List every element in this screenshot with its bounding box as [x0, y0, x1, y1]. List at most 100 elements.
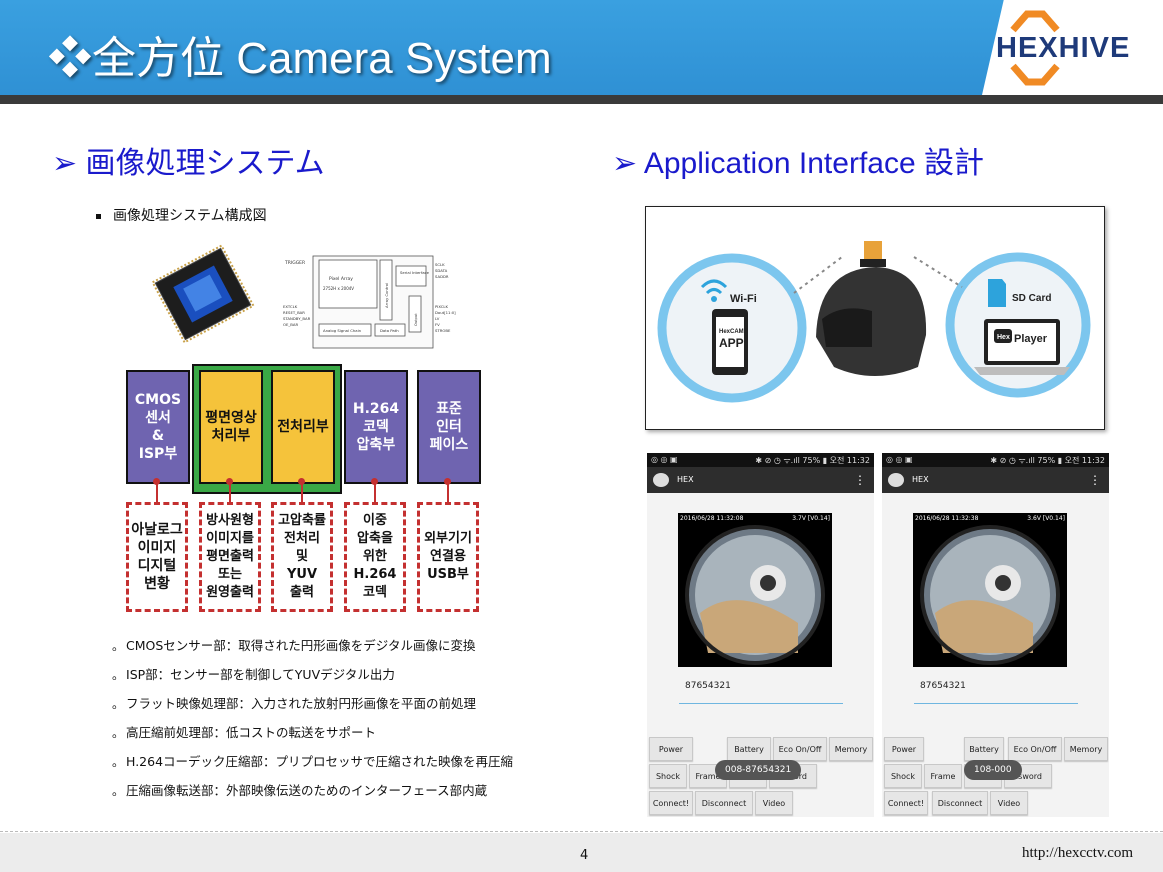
- connector-dot: [226, 478, 233, 485]
- status-bar: ◎ ◎ ▣ ✱ ⊘ ◷ ᯤ.ıll 75% ▮ 오전 11:32: [647, 453, 874, 467]
- player-brand: Hex: [997, 334, 1010, 341]
- app-brand: HexCAM: [719, 329, 744, 335]
- block-cmos-isp: CMOS 센서 & ISP부: [126, 370, 190, 484]
- overflow-menu-icon[interactable]: ⋮: [854, 473, 866, 487]
- schem-label: STROBE: [435, 328, 451, 333]
- schem-label: PIXCLK: [435, 304, 449, 309]
- eco-toggle-button[interactable]: Eco On/Off: [773, 737, 827, 761]
- footer-url[interactable]: http://hexcctv.com: [1022, 845, 1133, 862]
- eco-toggle-button[interactable]: Eco On/Off: [1008, 737, 1062, 761]
- connector-dot: [153, 478, 160, 485]
- schem-label: Array Control: [384, 283, 389, 308]
- status-icons-left: ◎ ◎ ▣: [651, 455, 678, 464]
- logo-text: HEXHIVE: [996, 32, 1131, 64]
- sub-block-usb: 외부기기 연결용 USB부: [417, 502, 479, 612]
- header-divider: [0, 95, 1163, 104]
- sd-card-icon: [988, 279, 1006, 307]
- disconnect-button[interactable]: Disconnect: [695, 791, 753, 815]
- page-number: 4: [580, 848, 589, 863]
- schem-label: OE_BAR: [283, 322, 298, 327]
- schem-label: Serial Interface: [400, 270, 430, 275]
- id-input[interactable]: 87654321: [685, 681, 731, 691]
- connector-line: [374, 482, 376, 502]
- phone-screen-2: ◎ ◎ ▣ ✱ ⊘ ◷ ᯤ.ıll 75% ▮ 오전 11:32 HEX ⋮ 2…: [882, 453, 1109, 817]
- connector-dot: [444, 478, 451, 485]
- note-item: 。 CMOSセンサー部：取得された円形画像をデジタル画像に変換: [112, 636, 513, 665]
- right-heading: ➢ Application Interface 設計: [612, 147, 984, 180]
- disconnect-button[interactable]: Disconnect: [932, 791, 988, 815]
- schem-label: Analog Signal Chain: [323, 328, 362, 333]
- battery-button[interactable]: Battery: [964, 737, 1004, 761]
- shock-button[interactable]: Shock: [649, 764, 687, 788]
- input-underline: [679, 703, 843, 704]
- timestamp-overlay: 2016/06/28 11:32:08: [680, 515, 744, 522]
- video-button[interactable]: Video: [990, 791, 1028, 815]
- footer-divider: [0, 831, 1163, 832]
- note-text: 圧縮画像転送部：外部映像伝送のためのインターフェース部内蔵: [126, 783, 488, 798]
- camera-preview: 2016/06/28 11:32:38 3.6V [V0.14]: [913, 513, 1067, 667]
- note-item: 。フラット映像処理部：入力された放射円形画像を平面の前処理: [112, 694, 513, 723]
- block-preprocess: 전처리부: [271, 370, 335, 484]
- app-bar: HEX ⋮: [647, 467, 874, 493]
- schem-label: STANDBY_BAR: [283, 316, 311, 321]
- memory-button[interactable]: Memory: [1064, 737, 1108, 761]
- sub-block-flat: 방사원형 이미지를 평면출력 또는 원영출력: [199, 502, 261, 612]
- schem-label: EXTCLK: [283, 304, 298, 309]
- app-title: HEX: [677, 475, 694, 484]
- schem-label: Data Path: [380, 328, 399, 333]
- note-marker: 。: [112, 668, 125, 682]
- schem-label: LV: [435, 316, 440, 321]
- slide-title: ❖全方位 Camera System: [48, 34, 552, 83]
- block-interface: 표준 인터 페이스: [417, 370, 481, 484]
- wifi-label: Wi-Fi: [730, 293, 757, 305]
- memory-button[interactable]: Memory: [829, 737, 873, 761]
- power-button[interactable]: Power: [649, 737, 693, 761]
- note-marker: 。: [112, 726, 125, 740]
- note-item: 。高圧縮前処理部：低コストの転送をサポート: [112, 723, 513, 752]
- note-text: フラット映像処理部：入力された放射円形画像を平面の前処理: [126, 696, 477, 711]
- schem-label: Pixel Array: [329, 276, 353, 282]
- sensor-block-schematic: TRIGGER Pixel Array 2752H x 2004V Array …: [283, 255, 456, 349]
- schem-label: SADDR: [435, 274, 449, 279]
- helmet-image: [816, 241, 927, 376]
- status-icons-right: ✱ ⊘ ◷ ᯤ.ıll 75% ▮ 오전 11:32: [990, 456, 1105, 465]
- status-icons-right: ✱ ⊘ ◷ ᯤ.ıll 75% ▮ 오전 11:32: [755, 456, 870, 465]
- note-marker: 。: [112, 697, 125, 711]
- voltage-overlay: 3.6V [V0.14]: [1027, 515, 1065, 522]
- status-bar: ◎ ◎ ▣ ✱ ⊘ ◷ ᯤ.ıll 75% ▮ 오전 11:32: [882, 453, 1109, 467]
- note-item: 。 H.264コーデック圧縮部：プリプロセッサで圧縮された映像を再圧縮: [112, 752, 513, 781]
- shock-button[interactable]: Shock: [884, 764, 922, 788]
- app-bar: HEX ⋮: [882, 467, 1109, 493]
- app-interface-diagram: Wi-Fi HexCAM APP SD Card Hex Player: [645, 206, 1105, 430]
- toast-message: 108-000: [964, 760, 1022, 780]
- connect-button[interactable]: Connect!: [884, 791, 928, 815]
- note-item: 。 ISP部：センサー部を制御してYUVデジタル出力: [112, 665, 513, 694]
- sub-block-codec: 이중 압축을 위한 H.264 코덱: [344, 502, 406, 612]
- frame-button[interactable]: Frame: [924, 764, 962, 788]
- app-logo-icon: [888, 473, 904, 487]
- schem-label: SCLK: [435, 262, 445, 267]
- arrow-to-player: [913, 256, 963, 288]
- connector-line: [301, 482, 303, 502]
- camera-preview: 2016/06/28 11:32:08 3.7V [V0.14]: [678, 513, 832, 667]
- note-marker: 。: [112, 639, 125, 653]
- player-label: Player: [1014, 333, 1048, 345]
- connector-line: [447, 482, 449, 502]
- phone-screen-1: ◎ ◎ ▣ ✱ ⊘ ◷ ᯤ.ıll 75% ▮ 오전 11:32 HEX ⋮ 2…: [647, 453, 874, 817]
- input-underline: [914, 703, 1078, 704]
- app-title: HEX: [912, 475, 929, 484]
- video-button[interactable]: Video: [755, 791, 793, 815]
- notes-list: 。 CMOSセンサー部：取得された円形画像をデジタル画像に変換 。 ISP部：センサ…: [112, 636, 513, 810]
- status-icons-left: ◎ ◎ ▣: [886, 455, 913, 464]
- note-text: 高圧縮前処理部：低コストの転送をサポート: [126, 725, 377, 740]
- note-item: 。圧縮画像転送部：外部映像伝送のためのインターフェース部内蔵: [112, 781, 513, 810]
- power-button[interactable]: Power: [884, 737, 924, 761]
- sub-block-preprocess: 고압축률 전처리 및 YUV 출력: [271, 502, 333, 612]
- connect-button[interactable]: Connect!: [649, 791, 693, 815]
- note-text: CMOSセンサー部：取得された円形画像をデジタル画像に変換: [126, 638, 476, 653]
- connector-dot: [371, 478, 378, 485]
- battery-button[interactable]: Battery: [727, 737, 771, 761]
- overflow-menu-icon[interactable]: ⋮: [1089, 473, 1101, 487]
- block-h264: H.264 코덱 압축부: [344, 370, 408, 484]
- id-input[interactable]: 87654321: [920, 681, 966, 691]
